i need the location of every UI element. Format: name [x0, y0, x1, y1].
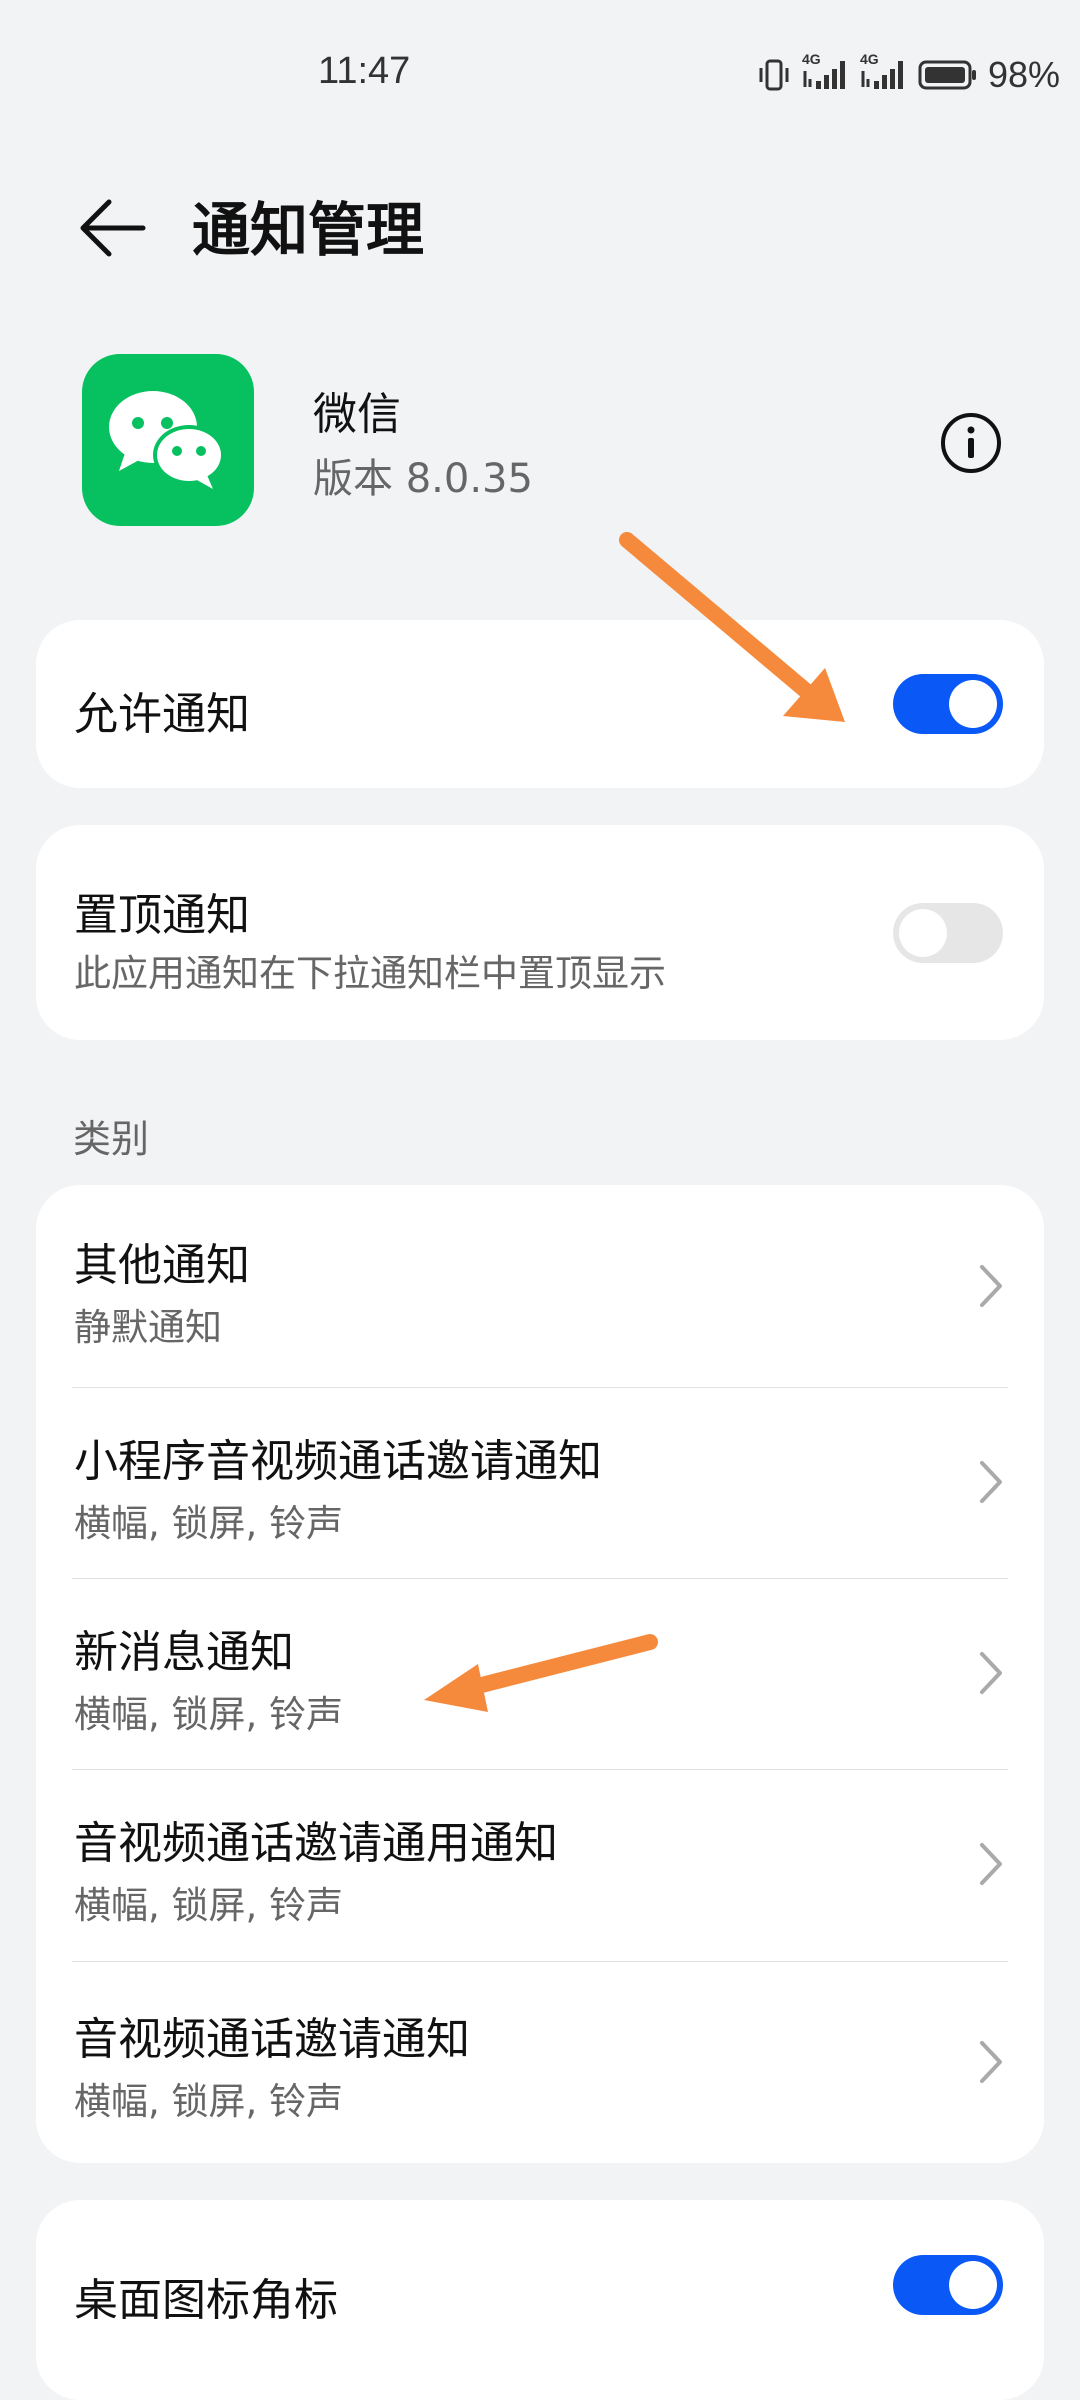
back-button[interactable] [62, 180, 162, 280]
category-item-title: 小程序音视频通话邀请通知 [74, 1436, 602, 1487]
pinned-notification-row[interactable]: 置顶通知 此应用通知在下拉通知栏中置顶显示 [36, 825, 1044, 1040]
category-item-subtitle: 横幅, 锁屏, 铃声 [74, 1693, 344, 1736]
allow-notifications-row[interactable]: 允许通知 [36, 620, 1044, 788]
badge-row[interactable]: 桌面图标角标 [36, 2200, 1044, 2368]
status-icons: 4G 4G 98% [756, 51, 1060, 96]
page-title: 通知管理 [192, 196, 425, 264]
allow-notifications-label: 允许通知 [74, 689, 250, 740]
badge-label: 桌面图标角标 [74, 2275, 338, 2326]
chevron-right-icon [980, 1843, 1002, 1885]
category-item-title: 音视频通话邀请通知 [74, 2014, 470, 2065]
toggle-knob [949, 680, 997, 728]
network-type-1: 4G [801, 51, 821, 67]
category-item-title: 其他通知 [74, 1240, 250, 1291]
category-section-label: 类别 [73, 1117, 150, 1161]
signal-icon: 4G [860, 51, 908, 93]
info-icon [939, 411, 1003, 479]
category-item-subtitle: 横幅, 锁屏, 铃声 [74, 2080, 344, 2123]
chevron-right-icon [980, 1461, 1002, 1503]
app-version: 版本 8.0.35 [313, 456, 533, 502]
header: 通知管理 [0, 170, 1080, 290]
category-item-title: 新消息通知 [74, 1627, 294, 1678]
arrow-left-icon [77, 198, 147, 262]
badge-card: 桌面图标角标 [36, 2200, 1044, 2400]
chevron-right-icon [980, 1265, 1002, 1307]
category-item-subtitle: 横幅, 锁屏, 铃声 [74, 1502, 344, 1545]
wechat-app-icon [82, 354, 254, 526]
pinned-notification-toggle[interactable] [893, 903, 1003, 963]
category-item[interactable]: 新消息通知 横幅, 锁屏, 铃声 [36, 1578, 1044, 1770]
app-info: 微信 版本 8.0.35 [0, 350, 1080, 530]
signal-icon: 4G [802, 51, 850, 93]
category-item-subtitle: 横幅, 锁屏, 铃声 [74, 1884, 344, 1927]
vibrate-icon [756, 57, 792, 93]
toggle-knob [949, 2261, 997, 2309]
chevron-right-icon [980, 1652, 1002, 1694]
app-name: 微信 [313, 389, 401, 440]
category-item[interactable]: 音视频通话邀请通用通知 横幅, 锁屏, 铃声 [36, 1769, 1044, 1961]
chevron-right-icon [980, 2041, 1002, 2083]
pinned-notification-subtitle: 此应用通知在下拉通知栏中置顶显示 [74, 952, 666, 995]
category-item[interactable]: 音视频通话邀请通知 横幅, 锁屏, 铃声 [36, 1961, 1044, 2163]
app-info-button[interactable] [936, 410, 1006, 480]
battery-icon [918, 57, 978, 93]
status-bar: 11:47 4G 4G 98% [0, 0, 1080, 150]
pinned-notification-title: 置顶通知 [74, 890, 250, 941]
network-type-2: 4G [859, 51, 879, 67]
category-card: 其他通知 静默通知 小程序音视频通话邀请通知 横幅, 锁屏, 铃声 新消息通知 … [36, 1185, 1044, 2163]
allow-notifications-toggle[interactable] [893, 674, 1003, 734]
pinned-notification-card: 置顶通知 此应用通知在下拉通知栏中置顶显示 [36, 825, 1044, 1040]
battery-percent: 98% [987, 54, 1060, 95]
badge-toggle[interactable] [893, 2255, 1003, 2315]
category-item[interactable]: 小程序音视频通话邀请通知 横幅, 锁屏, 铃声 [36, 1387, 1044, 1579]
category-item-subtitle: 静默通知 [74, 1306, 222, 1349]
toggle-knob [899, 909, 947, 957]
status-time: 11:47 [318, 50, 411, 92]
allow-notifications-card: 允许通知 [36, 620, 1044, 788]
category-item[interactable]: 其他通知 静默通知 [36, 1185, 1044, 1387]
category-item-title: 音视频通话邀请通用通知 [74, 1818, 558, 1869]
